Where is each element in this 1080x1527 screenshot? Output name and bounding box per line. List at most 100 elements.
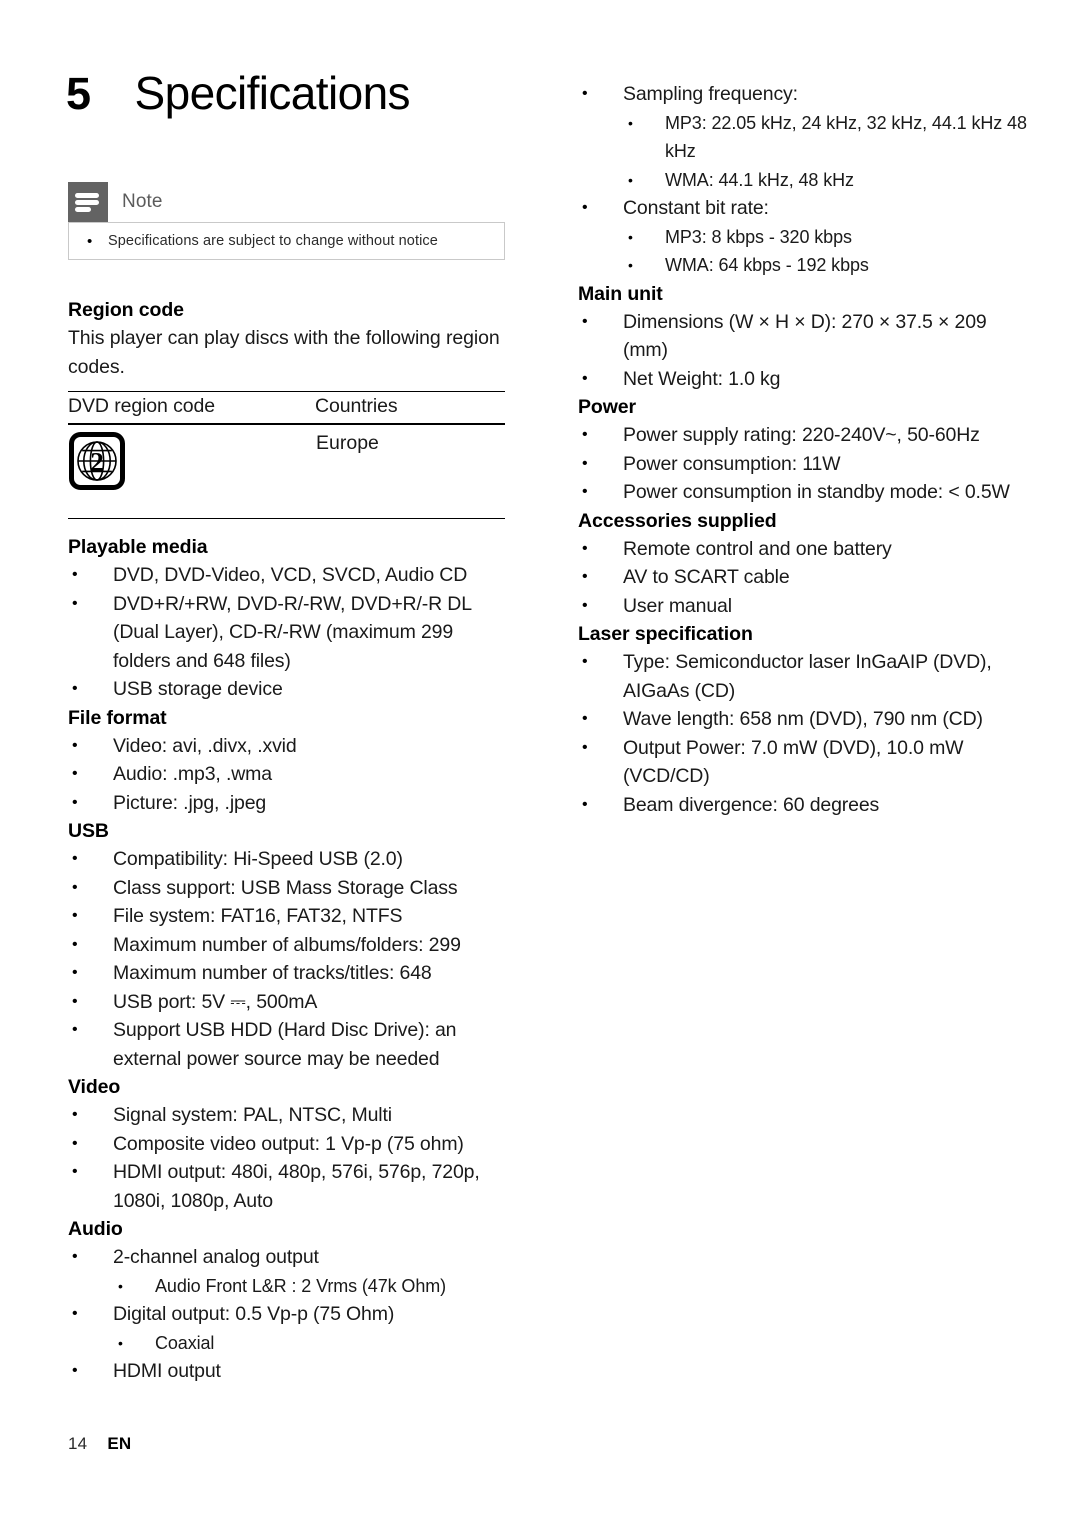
note-body: • Specifications are subject to change w…: [68, 222, 505, 260]
list-item-text: DVD, DVD-Video, VCD, SVCD, Audio CD: [113, 564, 468, 586]
left-sections-container: Playable media • DVD, DVD-Video, VCD, SVCD…: [68, 533, 508, 1386]
bullet-icon: •: [72, 935, 78, 953]
list-item: • Picture: .jpg, .jpeg: [68, 789, 508, 818]
sub-list-item-text: WMA: 64 kbps - 192 kbps: [665, 255, 869, 275]
spec-list: • Type: Semiconductor laser InGaAIP (DVD)…: [578, 648, 1028, 819]
list-item-text: USB storage device: [113, 678, 283, 700]
note-header: Note: [68, 182, 505, 222]
region-country-cell: Europe: [316, 432, 379, 454]
column-header-region-code: DVD region code: [68, 395, 215, 417]
spec-sublist: • Coaxial: [115, 1329, 508, 1358]
list-item: • User manual: [578, 592, 1028, 621]
section-heading-laser-specification: Laser specification: [578, 623, 753, 645]
list-item-text: Power consumption in standby mode: < 0.5…: [623, 481, 1010, 503]
list-item-text: DVD+R/+RW, DVD-R/-RW, DVD+R/-R DL (Dual …: [113, 592, 472, 672]
bullet-icon: •: [628, 114, 633, 131]
list-item-text: Maximum number of albums/folders: 299: [113, 933, 461, 956]
list-item-text: Audio: .mp3, .wma: [113, 763, 272, 785]
bullet-icon: •: [72, 907, 78, 924]
footer-page-number: 14: [68, 1434, 88, 1453]
list-item: • DVD+R/+RW, DVD-R/-RW, DVD+R/-R DL (Dual…: [68, 590, 508, 676]
list-item-text: Net Weight: 1.0 kg: [623, 367, 781, 390]
list-item: • Power consumption: 11W: [578, 450, 1028, 479]
sub-list-item: • WMA: 44.1 kHz, 48 kHz: [625, 166, 1028, 195]
bullet-icon: •: [72, 1134, 78, 1152]
spec-sublist: • MP3: 8 kbps - 320 kbps • WMA: 64 kbps - 1…: [625, 223, 1028, 280]
section-heading-file-format: File format: [68, 706, 167, 729]
sub-list-item-text: MP3: 8 kbps - 320 kbps: [665, 226, 852, 247]
list-item: • Digital output: 0.5 Vp-p (75 Ohm) • Coaxi…: [68, 1300, 508, 1357]
bullet-icon: •: [72, 793, 78, 811]
dvd-region-table: DVD region code Countries 2 Europe: [68, 391, 505, 519]
sub-list-item: • Coaxial: [115, 1329, 508, 1358]
sub-list-item: • MP3: 22.05 kHz, 24 kHz, 32 kHz, 44.1 kH…: [625, 109, 1028, 166]
bullet-icon: •: [72, 1362, 78, 1379]
list-item-text: Compatibility: Hi-Speed USB (2.0): [113, 848, 403, 870]
section-heading-main-unit: Main unit: [578, 282, 663, 305]
list-item: • HDMI output: [68, 1357, 508, 1386]
list-item-text: USB port: 5V ⎓, 500mA: [113, 990, 318, 1013]
bullet-icon: •: [582, 738, 588, 756]
list-item-text: User manual: [623, 594, 732, 617]
bullet-icon: •: [628, 171, 633, 188]
bullet-icon: •: [582, 426, 588, 443]
section-heading-audio: Audio: [68, 1218, 123, 1240]
list-item-text: Output Power: 7.0 mW (DVD), 10.0 mW (VCD…: [623, 736, 964, 788]
bullet-icon: •: [87, 232, 93, 250]
sub-list-item: • WMA: 64 kbps - 192 kbps: [625, 251, 1028, 280]
bullet-icon: •: [582, 312, 588, 330]
list-item: • Dimensions (W × H × D): 270 × 37.5 × 20…: [578, 308, 1028, 365]
svg-text:2: 2: [90, 447, 104, 477]
list-item-text: Video: avi, .divx, .xvid: [113, 734, 297, 757]
sub-list-item-text: MP3: 22.05 kHz, 24 kHz, 32 kHz, 44.1 kHz…: [665, 112, 1027, 162]
list-item: • USB port: 5V ⎓, 500mA: [68, 988, 508, 1017]
list-item: • Output Power: 7.0 mW (DVD), 10.0 mW (VC…: [578, 734, 1028, 791]
sub-list-item: • MP3: 8 kbps - 320 kbps: [625, 223, 1028, 252]
section-heading-usb: USB: [68, 820, 109, 842]
spec-list: • Video: avi, .divx, .xvid • Audio: .mp3, .…: [68, 732, 508, 818]
list-item-text: Composite video output: 1 Vp-p (75 ohm): [113, 1132, 464, 1155]
page-footer: 14 EN: [68, 1434, 131, 1454]
bullet-icon: •: [582, 710, 588, 727]
bullet-icon: •: [72, 566, 78, 583]
list-item-text: Sampling frequency:: [623, 83, 798, 105]
bullet-icon: •: [72, 992, 78, 1010]
bullet-icon: •: [628, 228, 633, 245]
list-item: • File system: FAT16, FAT32, NTFS: [68, 902, 508, 931]
bullet-icon: •: [72, 1021, 78, 1038]
list-item-text: File system: FAT16, FAT32, NTFS: [113, 905, 403, 927]
list-item: • Beam divergence: 60 degrees: [578, 791, 1028, 820]
spec-list: • Dimensions (W × H × D): 270 × 37.5 × 20…: [578, 308, 1028, 394]
list-item-text: AV to SCART cable: [623, 566, 790, 588]
list-item: • AV to SCART cable: [578, 563, 1028, 592]
sub-list-item: • Audio Front L&R : 2 Vrms (47k Ohm): [115, 1272, 508, 1301]
list-item-text: Maximum number of tracks/titles: 648: [113, 962, 432, 984]
bullet-icon: •: [118, 1277, 123, 1294]
bullet-icon: •: [72, 680, 78, 697]
table-header-row: DVD region code Countries: [68, 391, 505, 424]
spec-sublist: • MP3: 22.05 kHz, 24 kHz, 32 kHz, 44.1 kH…: [625, 109, 1028, 195]
bullet-icon: •: [582, 483, 588, 500]
list-item: • 2-channel analog output • Audio Front L&R…: [68, 1243, 508, 1300]
region-code-intro: This player can play discs with the foll…: [68, 327, 500, 378]
list-item-text: Remote control and one battery: [623, 537, 892, 560]
region-code-cell: 2: [68, 424, 315, 519]
bullet-icon: •: [582, 795, 588, 813]
list-item: • Maximum number of albums/folders: 299: [68, 931, 508, 960]
section-heading-region-code: Region code: [68, 299, 184, 321]
list-item: • Constant bit rate: • MP3: 8 kbps - 320 kb…: [578, 194, 1028, 280]
bullet-icon: •: [582, 369, 588, 387]
spec-sublist: • Audio Front L&R : 2 Vrms (47k Ohm): [115, 1272, 508, 1301]
bullet-icon: •: [118, 1334, 123, 1351]
list-item-text: Constant bit rate:: [623, 197, 769, 219]
sub-list-item-text: Audio Front L&R : 2 Vrms (47k Ohm): [155, 1275, 447, 1296]
list-item: • Maximum number of tracks/titles: 648: [68, 959, 508, 988]
bullet-icon: •: [72, 1305, 78, 1322]
bullet-icon: •: [72, 736, 78, 754]
section-heading-accessories-supplied: Accessories supplied: [578, 509, 777, 532]
spec-list: • Signal system: PAL, NTSC, Multi • Composi…: [68, 1101, 508, 1215]
document-page: 5 Specifications Note • Specifications a…: [0, 0, 1080, 1527]
bullet-icon: •: [72, 1106, 78, 1123]
bullet-icon: •: [582, 596, 588, 614]
list-item-text: Beam divergence: 60 degrees: [623, 793, 880, 816]
